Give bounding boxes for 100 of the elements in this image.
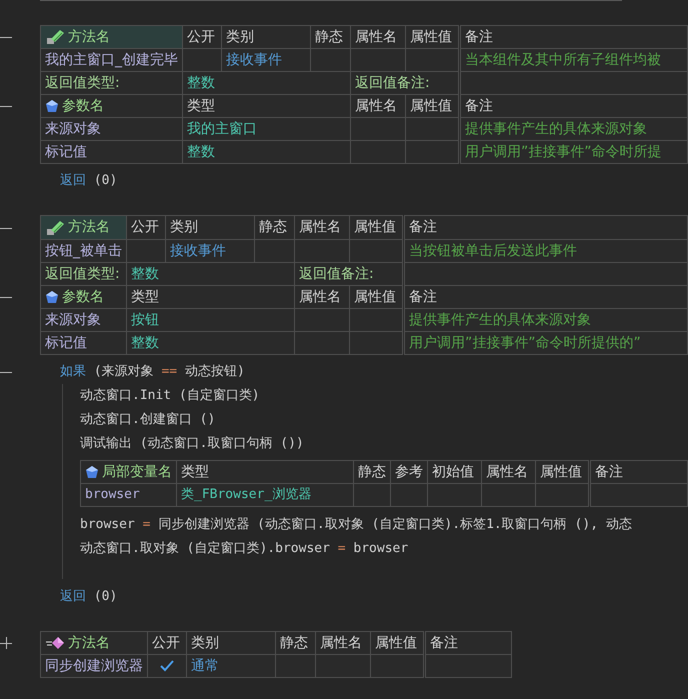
table-cell: 静态 (354, 460, 390, 484)
table-cell: 备注 (404, 216, 688, 240)
table-cell: 备注 (460, 94, 688, 118)
table-cell (350, 308, 404, 332)
table-cell: 我的主窗口_创建完毕 (40, 48, 182, 72)
table-cell: 用户调用”挂接事件”命令时所提供的” (404, 331, 688, 354)
table-cell: 公开 (126, 216, 166, 240)
table-cell: 类别 (166, 216, 254, 240)
table-cell (310, 48, 350, 72)
table-cell (294, 331, 350, 354)
table-cell (406, 118, 460, 141)
table-cell: 同步创建浏览器 (40, 654, 148, 678)
table-cell (406, 48, 460, 72)
table-cell (482, 483, 536, 506)
table-cell: 来源对象 (40, 308, 126, 332)
table-cell: 类_FBrowser_浏览器 (176, 483, 354, 506)
table-cell: 属性值 (370, 631, 424, 655)
check-icon (159, 659, 175, 674)
table-cell (350, 140, 406, 164)
gem-icon (45, 290, 59, 304)
table-cell (350, 118, 406, 141)
table-cell: 当本组件及其中所有子组件均被 (460, 48, 688, 72)
table-cell: 类型 (176, 460, 354, 484)
table-cell: 类别 (186, 631, 276, 655)
table-cell (316, 654, 370, 678)
table-cell: 属性名 (350, 26, 406, 49)
table-cell (370, 654, 424, 678)
table-cell: 用户调用”挂接事件”命令时所提 (460, 140, 688, 164)
table-cell: 返回值类型: (40, 72, 182, 95)
table-cell: 属性值 (406, 94, 460, 118)
code-line: 返回 (0) (59, 588, 118, 606)
table-cell: 整数 (126, 262, 294, 286)
code-line: 如果 (来源对象 == 动态按钮) (59, 362, 245, 381)
table-cell: 接收事件 (166, 239, 254, 262)
table-cell: 初始值 (428, 460, 482, 484)
pencil-icon (45, 28, 65, 46)
table-cell: 我的主窗口 (182, 118, 350, 141)
table-cell: 属性值 (350, 216, 404, 240)
table-cell: 通常 (186, 654, 276, 678)
table-cell: 提供事件产生的具体来源对象 (460, 118, 688, 141)
table-cell: 当按钮被单击后发送此事件 (404, 239, 688, 262)
table-cell: 属性值 (406, 26, 460, 49)
table-cell: 属性名 (350, 94, 406, 118)
code-line: 返回 (0) (59, 172, 118, 190)
gem-icon (85, 464, 99, 479)
table-cell (354, 483, 390, 506)
table-cell: 整数 (182, 72, 350, 95)
table-cell: 返回值备注: (294, 262, 404, 286)
table-cell: 返回值备注: (350, 72, 460, 95)
diamond-icon (45, 635, 65, 652)
table-cell: 属性名 (294, 285, 350, 308)
code-line: 动态窗口.创建窗口 () (80, 410, 216, 429)
table-cell: 属性名 (316, 631, 370, 655)
table-cell: 公开 (182, 26, 222, 49)
table-cell: 类型 (126, 285, 294, 308)
table-cell: 静态 (310, 26, 350, 49)
table-cell: 类别 (222, 26, 310, 49)
table-cell (428, 483, 482, 506)
code-line: 调试输出 (动态窗口.取窗口句柄 ()) (80, 434, 305, 453)
table-cell: 备注 (404, 285, 688, 308)
table-cell: 备注 (590, 460, 688, 484)
table-cell: 属性值 (350, 285, 404, 308)
expand-icon[interactable] (0, 637, 12, 650)
table-cell: 按钮_被单击 (40, 239, 126, 262)
table-cell (536, 483, 590, 506)
table-cell: 属性名 (482, 460, 536, 484)
table-cell: 静态 (276, 631, 316, 655)
table-cell: 静态 (254, 216, 294, 240)
table-cell (406, 140, 460, 164)
table-cell: 备注 (424, 631, 512, 655)
table-cell: 标记值 (40, 140, 182, 164)
table-cell (294, 308, 350, 332)
table-cell: 来源对象 (40, 118, 182, 141)
code-line: 动态窗口.Init (自定窗口类) (80, 386, 261, 405)
column-label: 方法名 (68, 29, 110, 46)
table-cell (254, 239, 294, 262)
table-cell: 按钮 (126, 308, 294, 332)
column-label: 局部变量名 (102, 464, 172, 480)
code-line: 动态窗口.取对象 (自定窗口类).browser = browser (80, 540, 410, 558)
column-label: 参数名 (62, 98, 104, 114)
table-cell: 属性值 (536, 460, 590, 484)
table-cell (276, 654, 316, 678)
column-label: 方法名 (68, 220, 110, 236)
table-cell: 整数 (126, 331, 294, 354)
pencil-icon (45, 218, 65, 237)
table-cell: 整数 (182, 140, 350, 164)
column-label: 参数名 (62, 288, 104, 305)
table-cell: 标记值 (40, 331, 126, 354)
gem-icon (45, 99, 59, 114)
table-cell (350, 239, 404, 262)
table-cell: 返回值类型: (40, 262, 126, 286)
table-cell (390, 483, 428, 506)
table-cell: 类型 (182, 94, 350, 118)
table-cell: 属性名 (294, 216, 350, 240)
table-cell: browser (80, 483, 176, 506)
table-cell: 备注 (460, 26, 688, 49)
table-cell (350, 331, 404, 354)
table-cell (350, 48, 406, 72)
table-cell: 接收事件 (222, 48, 310, 72)
code-line: browser = 同步创建浏览器 (动态窗口.取对象 (自定窗口类).标签1.取窗口句柄 (), 动态 (80, 516, 633, 534)
